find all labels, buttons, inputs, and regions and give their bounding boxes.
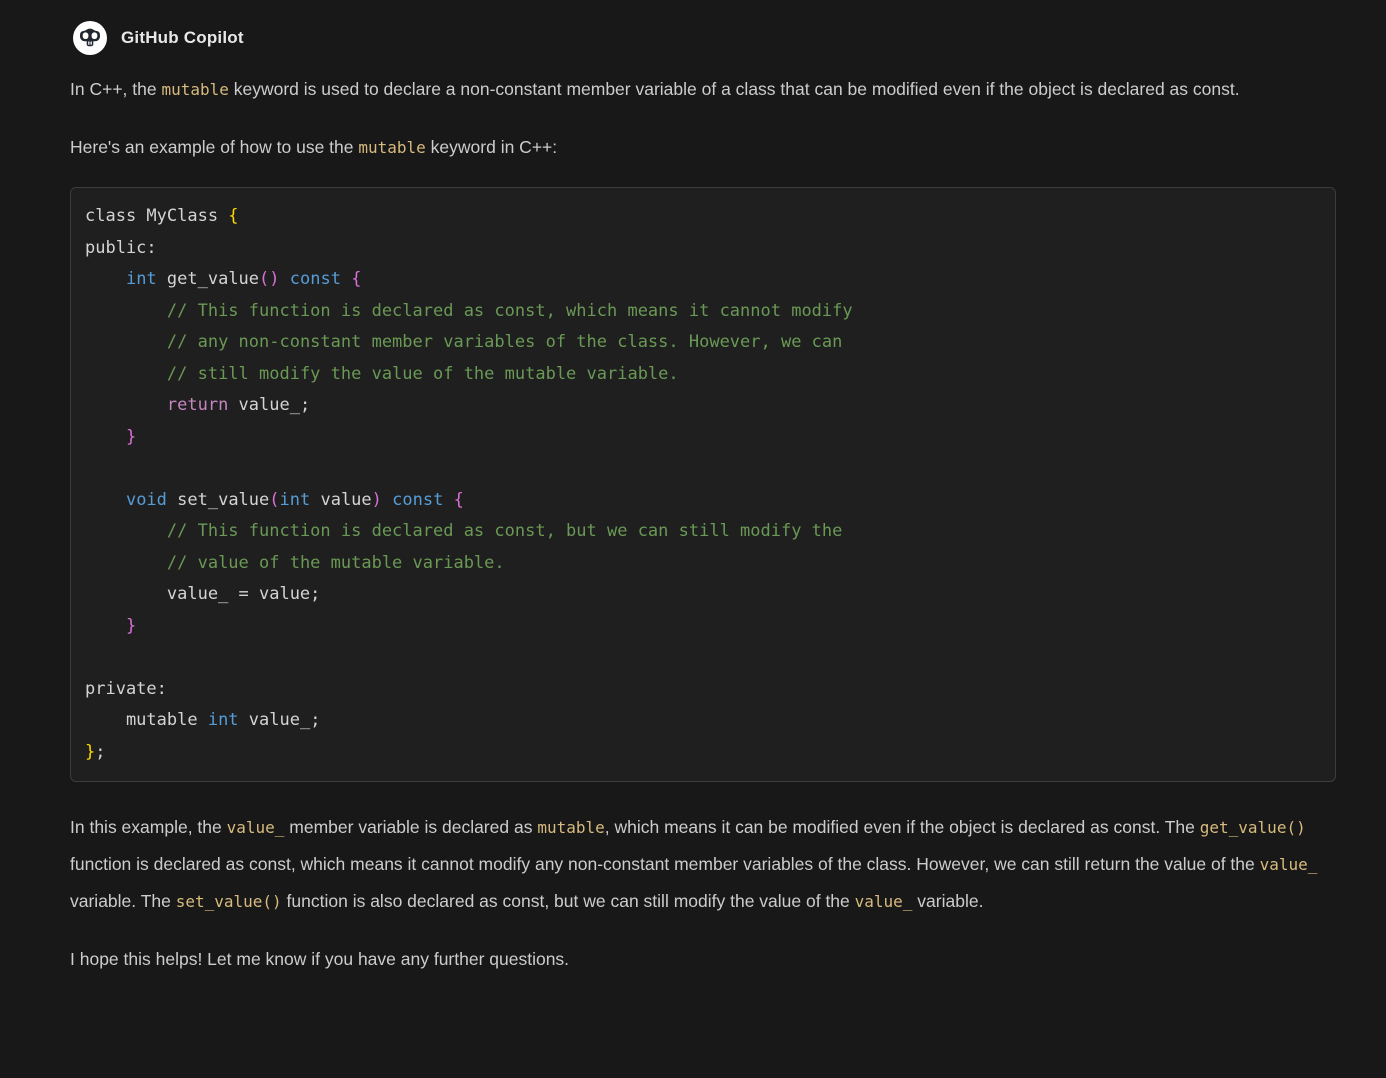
code-line: mutable int value_;: [85, 705, 1321, 737]
code-line: // This function is declared as const, w…: [85, 296, 1321, 328]
paragraph-explanation: In this example, the value_ member varia…: [70, 809, 1338, 920]
code-line: value_ = value;: [85, 579, 1321, 611]
code-line: }: [85, 422, 1321, 454]
copilot-avatar: [72, 20, 108, 56]
code-content: class MyClass {public: int get_value() c…: [85, 201, 1321, 768]
paragraph-example-lead: Here's an example of how to use the muta…: [70, 129, 1338, 166]
code-line: // still modify the value of the mutable…: [85, 359, 1321, 391]
inline-code: mutable: [161, 80, 228, 99]
code-block: class MyClass {public: int get_value() c…: [70, 187, 1336, 782]
paragraph-closing: I hope this helps! Let me know if you ha…: [70, 941, 1338, 978]
code-line: // value of the mutable variable.: [85, 548, 1321, 580]
inline-code: mutable: [358, 138, 425, 157]
code-line: };: [85, 737, 1321, 769]
response-header: GitHub Copilot: [72, 20, 1338, 56]
code-line: private:: [85, 674, 1321, 706]
code-line: int get_value() const {: [85, 264, 1321, 296]
copilot-response: GitHub Copilot In C++, the mutable keywo…: [70, 20, 1338, 978]
code-line: return value_;: [85, 390, 1321, 422]
assistant-name: GitHub Copilot: [121, 28, 244, 48]
paragraph-intro: In C++, the mutable keyword is used to d…: [70, 71, 1338, 108]
inline-code: mutable: [537, 818, 604, 837]
inline-code: value_: [1260, 855, 1318, 874]
inline-code: get_value(): [1200, 818, 1306, 837]
inline-code: set_value(): [176, 892, 282, 911]
code-line: [85, 642, 1321, 674]
code-line: // any non-constant member variables of …: [85, 327, 1321, 359]
inline-code: value_: [855, 892, 913, 911]
copilot-icon: [72, 20, 108, 56]
code-line: }: [85, 611, 1321, 643]
code-line: class MyClass {: [85, 201, 1321, 233]
code-line: [85, 453, 1321, 485]
code-line: // This function is declared as const, b…: [85, 516, 1321, 548]
code-line: void set_value(int value) const {: [85, 485, 1321, 517]
code-line: public:: [85, 233, 1321, 265]
inline-code: value_: [227, 818, 285, 837]
